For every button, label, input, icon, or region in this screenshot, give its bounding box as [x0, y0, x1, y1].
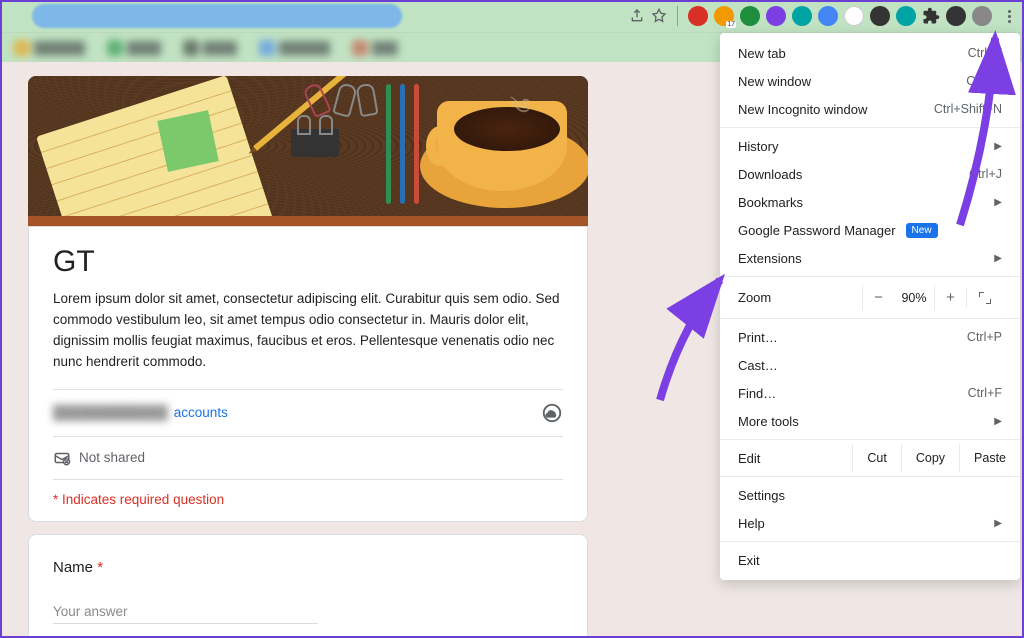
chrome-menu: New tab Ctrl+T New window Ctrl+N New Inc…	[720, 33, 1020, 580]
menu-exit[interactable]: Exit	[720, 546, 1020, 574]
bookmark-item[interactable]: ██████	[8, 37, 91, 59]
edit-paste-button[interactable]: Paste	[959, 444, 1020, 472]
extension-icon[interactable]	[740, 6, 760, 26]
bookmark-item[interactable]: ███	[346, 37, 404, 59]
menu-downloads[interactable]: Downloads Ctrl+J	[720, 160, 1020, 188]
new-badge: New	[906, 223, 938, 238]
form-title-card: GT Lorem ipsum dolor sit amet, consectet…	[28, 226, 588, 522]
menu-zoom: Zoom − 90% +	[720, 281, 1020, 314]
bookmark-item[interactable]: ████	[101, 37, 167, 59]
menu-settings[interactable]: Settings	[720, 481, 1020, 509]
form-header-image: ༄	[28, 76, 588, 216]
not-shared-icon	[53, 449, 71, 467]
menu-edit: Edit Cut Copy Paste	[720, 444, 1020, 472]
required-star: *	[97, 559, 103, 576]
menu-separator	[720, 276, 1020, 277]
edit-copy-button[interactable]: Copy	[901, 444, 959, 472]
menu-separator	[720, 439, 1020, 440]
bookmark-star-icon[interactable]	[651, 8, 667, 24]
switch-accounts-link[interactable]: accounts	[174, 405, 228, 420]
menu-bookmarks[interactable]: Bookmarks ▶	[720, 188, 1020, 216]
menu-new-incognito[interactable]: New Incognito window Ctrl+Shift+N	[720, 95, 1020, 123]
required-note: * Indicates required question	[53, 480, 563, 507]
kebab-menu-icon[interactable]	[998, 5, 1020, 27]
puzzle-icon[interactable]	[922, 7, 940, 25]
menu-password-manager[interactable]: Google Password Manager New	[720, 216, 1020, 244]
account-row: ████████████ accounts	[53, 389, 563, 437]
accent-bar	[28, 216, 588, 226]
menu-history[interactable]: History ▶	[720, 132, 1020, 160]
question-card: Name *	[28, 534, 588, 638]
fullscreen-button[interactable]	[966, 288, 1002, 308]
menu-separator	[720, 541, 1020, 542]
share-icon[interactable]	[629, 8, 645, 24]
extension-icon[interactable]	[688, 6, 708, 26]
extension-icon[interactable]	[792, 6, 812, 26]
edit-cut-button[interactable]: Cut	[852, 444, 900, 472]
menu-find[interactable]: Find… Ctrl+F	[720, 379, 1020, 407]
chevron-right-icon: ▶	[994, 141, 1002, 152]
menu-print[interactable]: Print… Ctrl+P	[720, 323, 1020, 351]
extension-icon[interactable]	[818, 6, 838, 26]
form-title: GT	[53, 245, 563, 279]
menu-more-tools[interactable]: More tools ▶	[720, 407, 1020, 435]
question-label: Name *	[53, 559, 563, 576]
chevron-right-icon: ▶	[994, 518, 1002, 529]
email-text: ████████████	[53, 405, 168, 420]
toolbar-icons: 17	[629, 5, 1020, 27]
form-description: Lorem ipsum dolor sit amet, consectetur …	[53, 289, 563, 373]
fullscreen-icon	[979, 292, 991, 304]
menu-separator	[720, 476, 1020, 477]
menu-separator	[720, 127, 1020, 128]
extension-icon[interactable]: 17	[714, 6, 734, 26]
menu-new-window[interactable]: New window Ctrl+N	[720, 67, 1020, 95]
cloud-icon	[541, 402, 563, 424]
extension-icon[interactable]	[896, 6, 916, 26]
shared-row: Not shared	[53, 437, 563, 480]
separator	[677, 6, 678, 26]
zoom-value: 90%	[894, 291, 934, 305]
menu-cast[interactable]: Cast…	[720, 351, 1020, 379]
chevron-right-icon: ▶	[994, 253, 1002, 264]
not-shared-label: Not shared	[79, 450, 145, 465]
extension-icon[interactable]	[870, 6, 890, 26]
menu-new-tab[interactable]: New tab Ctrl+T	[720, 39, 1020, 67]
extension-icon[interactable]	[946, 6, 966, 26]
bookmark-item[interactable]: ████	[177, 37, 243, 59]
form-container: ༄ GT Lorem ipsum dolor sit amet, consect…	[28, 76, 588, 638]
zoom-in-button[interactable]: +	[934, 285, 966, 310]
menu-help[interactable]: Help ▶	[720, 509, 1020, 537]
chevron-right-icon: ▶	[994, 416, 1002, 427]
bookmark-item[interactable]: ██████	[253, 37, 336, 59]
menu-separator	[720, 318, 1020, 319]
menu-extensions[interactable]: Extensions ▶	[720, 244, 1020, 272]
chevron-right-icon: ▶	[994, 197, 1002, 208]
extension-icon[interactable]	[766, 6, 786, 26]
zoom-out-button[interactable]: −	[862, 285, 894, 310]
url-bar[interactable]	[32, 4, 402, 28]
extension-icon[interactable]	[844, 6, 864, 26]
answer-input[interactable]	[53, 600, 318, 624]
browser-toolbar: 17	[0, 0, 1024, 32]
profile-avatar[interactable]	[972, 6, 992, 26]
